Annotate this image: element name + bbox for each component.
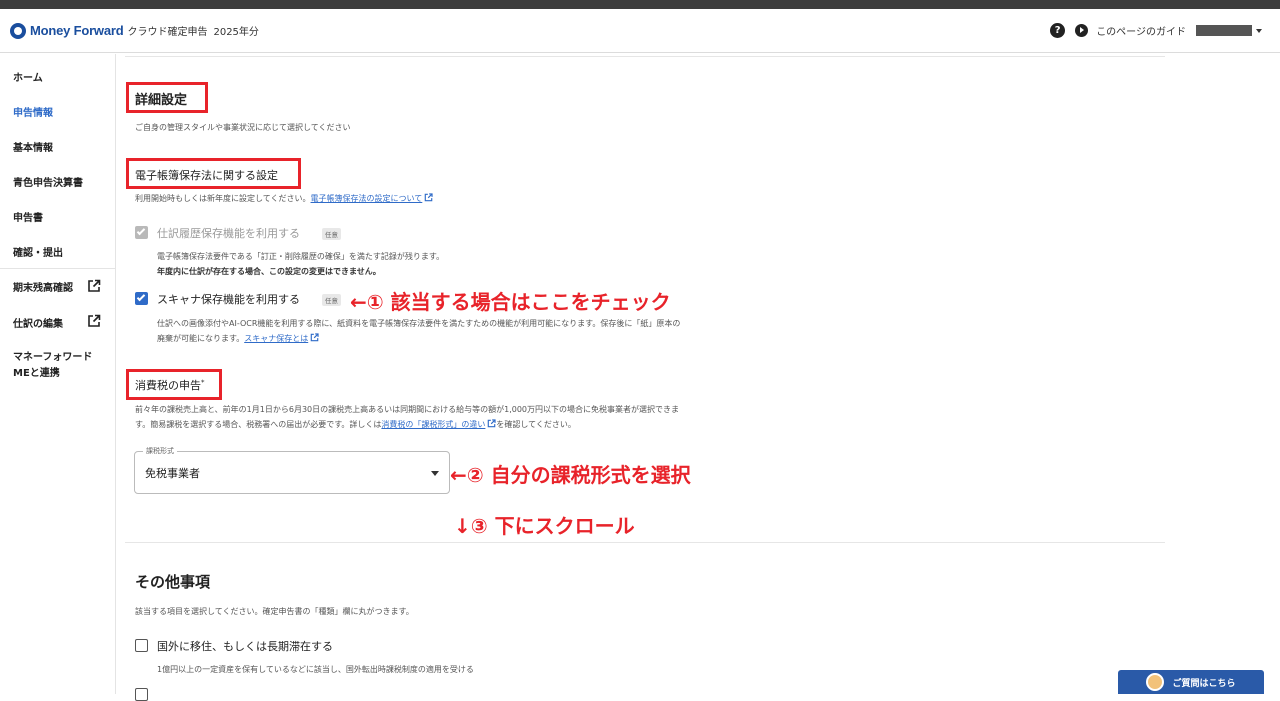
app-year: 2025年分: [213, 27, 259, 38]
journal-history-note: 年度内に仕訳が存在する場合、この設定の変更はできません。: [157, 267, 381, 276]
header-right: ? このページのガイド: [1050, 23, 1262, 38]
external-link-icon: [425, 193, 433, 202]
app-name: クラウド確定申告: [127, 27, 208, 38]
journal-history-checkbox[interactable]: [135, 226, 148, 239]
sidebar-item-label: 基本情報: [13, 143, 53, 154]
consumption-tax-desc: 前々年の課税売上高と、前年の1月1日から6月30日の課税売上高あるいは同期間にお…: [135, 405, 680, 414]
required-mark: *: [201, 378, 205, 387]
section-divider-top: [125, 56, 1165, 57]
optional-badge: 任意: [322, 294, 341, 306]
annotation-step1: ←① 該当する場合はここをチェック: [350, 290, 671, 314]
annotation-step2: ←② 自分の課税形式を選択: [450, 463, 691, 487]
window-top-strip: [0, 0, 1280, 9]
sidebar-item-label: 確認・提出: [13, 248, 63, 259]
consumption-tax-title: 消費税の申告*: [135, 377, 205, 393]
chevron-down-icon: [431, 471, 439, 476]
app-header: Money Forward クラウド確定申告 2025年分 ? このページのガイ…: [0, 9, 1280, 53]
chat-support-label: ご質問はこちら: [1172, 678, 1236, 689]
ebook-desc-text: 利用開始時もしくは新年度に設定してください。: [135, 194, 311, 203]
consumption-tax-title-text: 消費税の申告: [135, 379, 201, 392]
annotation-step3: ↓③ 下にスクロール: [454, 514, 635, 538]
sidebar-divider: [0, 268, 116, 269]
sidebar-item-label: 申告書: [13, 213, 43, 224]
sidebar-item-blue-return[interactable]: 青色申告決算書: [13, 174, 83, 189]
other-items-desc: 該当する項目を選択してください。確定申告書の「種類」欄に丸がつきます。: [135, 607, 414, 616]
play-guide-icon[interactable]: [1075, 24, 1089, 37]
ebook-settings-link[interactable]: 電子帳簿保存法の設定について: [311, 194, 423, 203]
user-name-redacted[interactable]: [1196, 25, 1252, 36]
sidebar-item-home[interactable]: ホーム: [13, 69, 43, 84]
next-item-checkbox[interactable]: [135, 688, 148, 701]
sidebar-item-label: 申告情報: [13, 108, 53, 119]
ebook-settings-desc: 利用開始時もしくは新年度に設定してください。電子帳簿保存法の設定について: [135, 193, 433, 204]
external-link-icon: [88, 314, 101, 327]
sidebar-item-journal-edit[interactable]: 仕訳の編集: [13, 315, 63, 330]
detail-settings-desc: ご自身の管理スタイルや事業状況に応じて選択してください: [135, 123, 351, 132]
sidebar-item-label: 仕訳の編集: [13, 319, 63, 330]
sidebar-item-basic-info[interactable]: 基本情報: [13, 139, 53, 154]
sidebar-item-tax-return[interactable]: 申告書: [13, 209, 43, 224]
support-avatar-icon: [1146, 673, 1165, 691]
scanner-save-checkbox[interactable]: [135, 292, 148, 305]
sidebar-item-label: マネーフォワード: [13, 352, 93, 363]
money-forward-logo[interactable]: Money Forward クラウド確定申告 2025年分: [10, 22, 259, 39]
check-icon: [136, 292, 146, 302]
tax-type-select[interactable]: 課税形式 免税事業者: [134, 446, 450, 494]
tax-type-difference-link[interactable]: 消費税の「課税形式」の違い: [381, 420, 485, 429]
tax-type-select-value: 免税事業者: [145, 467, 200, 480]
section-divider: [125, 542, 1165, 543]
sidebar-item-label: ホーム: [13, 73, 43, 84]
sidebar: ホーム 申告情報 基本情報 青色申告決算書 申告書 確認・提出 期末残高確認 仕…: [0, 54, 116, 694]
sidebar-item-mf-me-link[interactable]: マネーフォワード MEと連携: [13, 350, 92, 382]
scanner-save-label: スキャナ保存機能を利用する: [157, 293, 300, 306]
user-menu-caret-icon[interactable]: [1256, 28, 1262, 33]
detail-settings-title: 詳細設定: [135, 93, 188, 108]
overseas-move-desc: 1億円以上の一定資産を保有しているなどに該当し、国外転出時課税制度の適用を受ける: [157, 665, 474, 674]
sidebar-item-label-line2: MEと連携: [13, 368, 60, 379]
ebook-settings-title: 電子帳簿保存法に関する設定: [135, 169, 278, 182]
sidebar-item-year-end-balance[interactable]: 期末残高確認: [13, 279, 73, 294]
other-items-title: その他事項: [135, 573, 211, 591]
scanner-save-desc: 仕訳への画像添付やAI-OCR機能を利用する際に、紙資料を電子帳簿保存法要件を満…: [157, 319, 681, 328]
external-link-icon: [88, 279, 101, 292]
scanner-save-link[interactable]: スキャナ保存とは: [244, 334, 308, 343]
scanner-save-desc-line2: 廃棄が可能になります。スキャナ保存とは: [157, 333, 319, 344]
sidebar-item-filing-info[interactable]: 申告情報: [13, 104, 53, 119]
help-icon[interactable]: ?: [1050, 23, 1066, 38]
external-link-icon: [310, 333, 319, 342]
journal-history-label: 仕訳履歴保存機能を利用する: [157, 227, 300, 240]
consumption-tax-desc-line2: す。簡易課税を選択する場合、税務署への届出が必要です。詳しくは消費税の「課税形式…: [135, 419, 576, 430]
overseas-move-label: 国外に移住、もしくは長期滞在する: [157, 640, 333, 653]
journal-history-desc: 電子帳簿保存法要件である「訂正・削除履歴の確保」を満たす記録が残ります。: [157, 252, 445, 261]
sidebar-item-label: 青色申告決算書: [13, 178, 83, 189]
chat-support-button[interactable]: ご質問はこちら: [1118, 670, 1264, 694]
main-content: 詳細設定 ご自身の管理スタイルや事業状況に応じて選択してください 電子帳簿保存法…: [117, 54, 1280, 701]
check-icon: [136, 226, 146, 236]
logo-mark-icon: [10, 22, 26, 39]
optional-badge: 任意: [322, 228, 341, 240]
sidebar-item-confirm-submit[interactable]: 確認・提出: [13, 244, 63, 259]
page-guide-link[interactable]: このページのガイド: [1096, 23, 1186, 38]
tax-desc-suffix: を確認してください。: [496, 420, 576, 429]
tax-desc-text: す。簡易課税を選択する場合、税務署への届出が必要です。詳しくは: [135, 420, 382, 429]
overseas-move-checkbox[interactable]: [135, 639, 148, 652]
scanner-desc-text: 廃棄が可能になります。: [157, 334, 245, 343]
logo-text: Money Forward: [30, 23, 124, 38]
tax-type-select-label: 課税形式: [143, 446, 177, 456]
sidebar-item-label: 期末残高確認: [13, 283, 73, 294]
